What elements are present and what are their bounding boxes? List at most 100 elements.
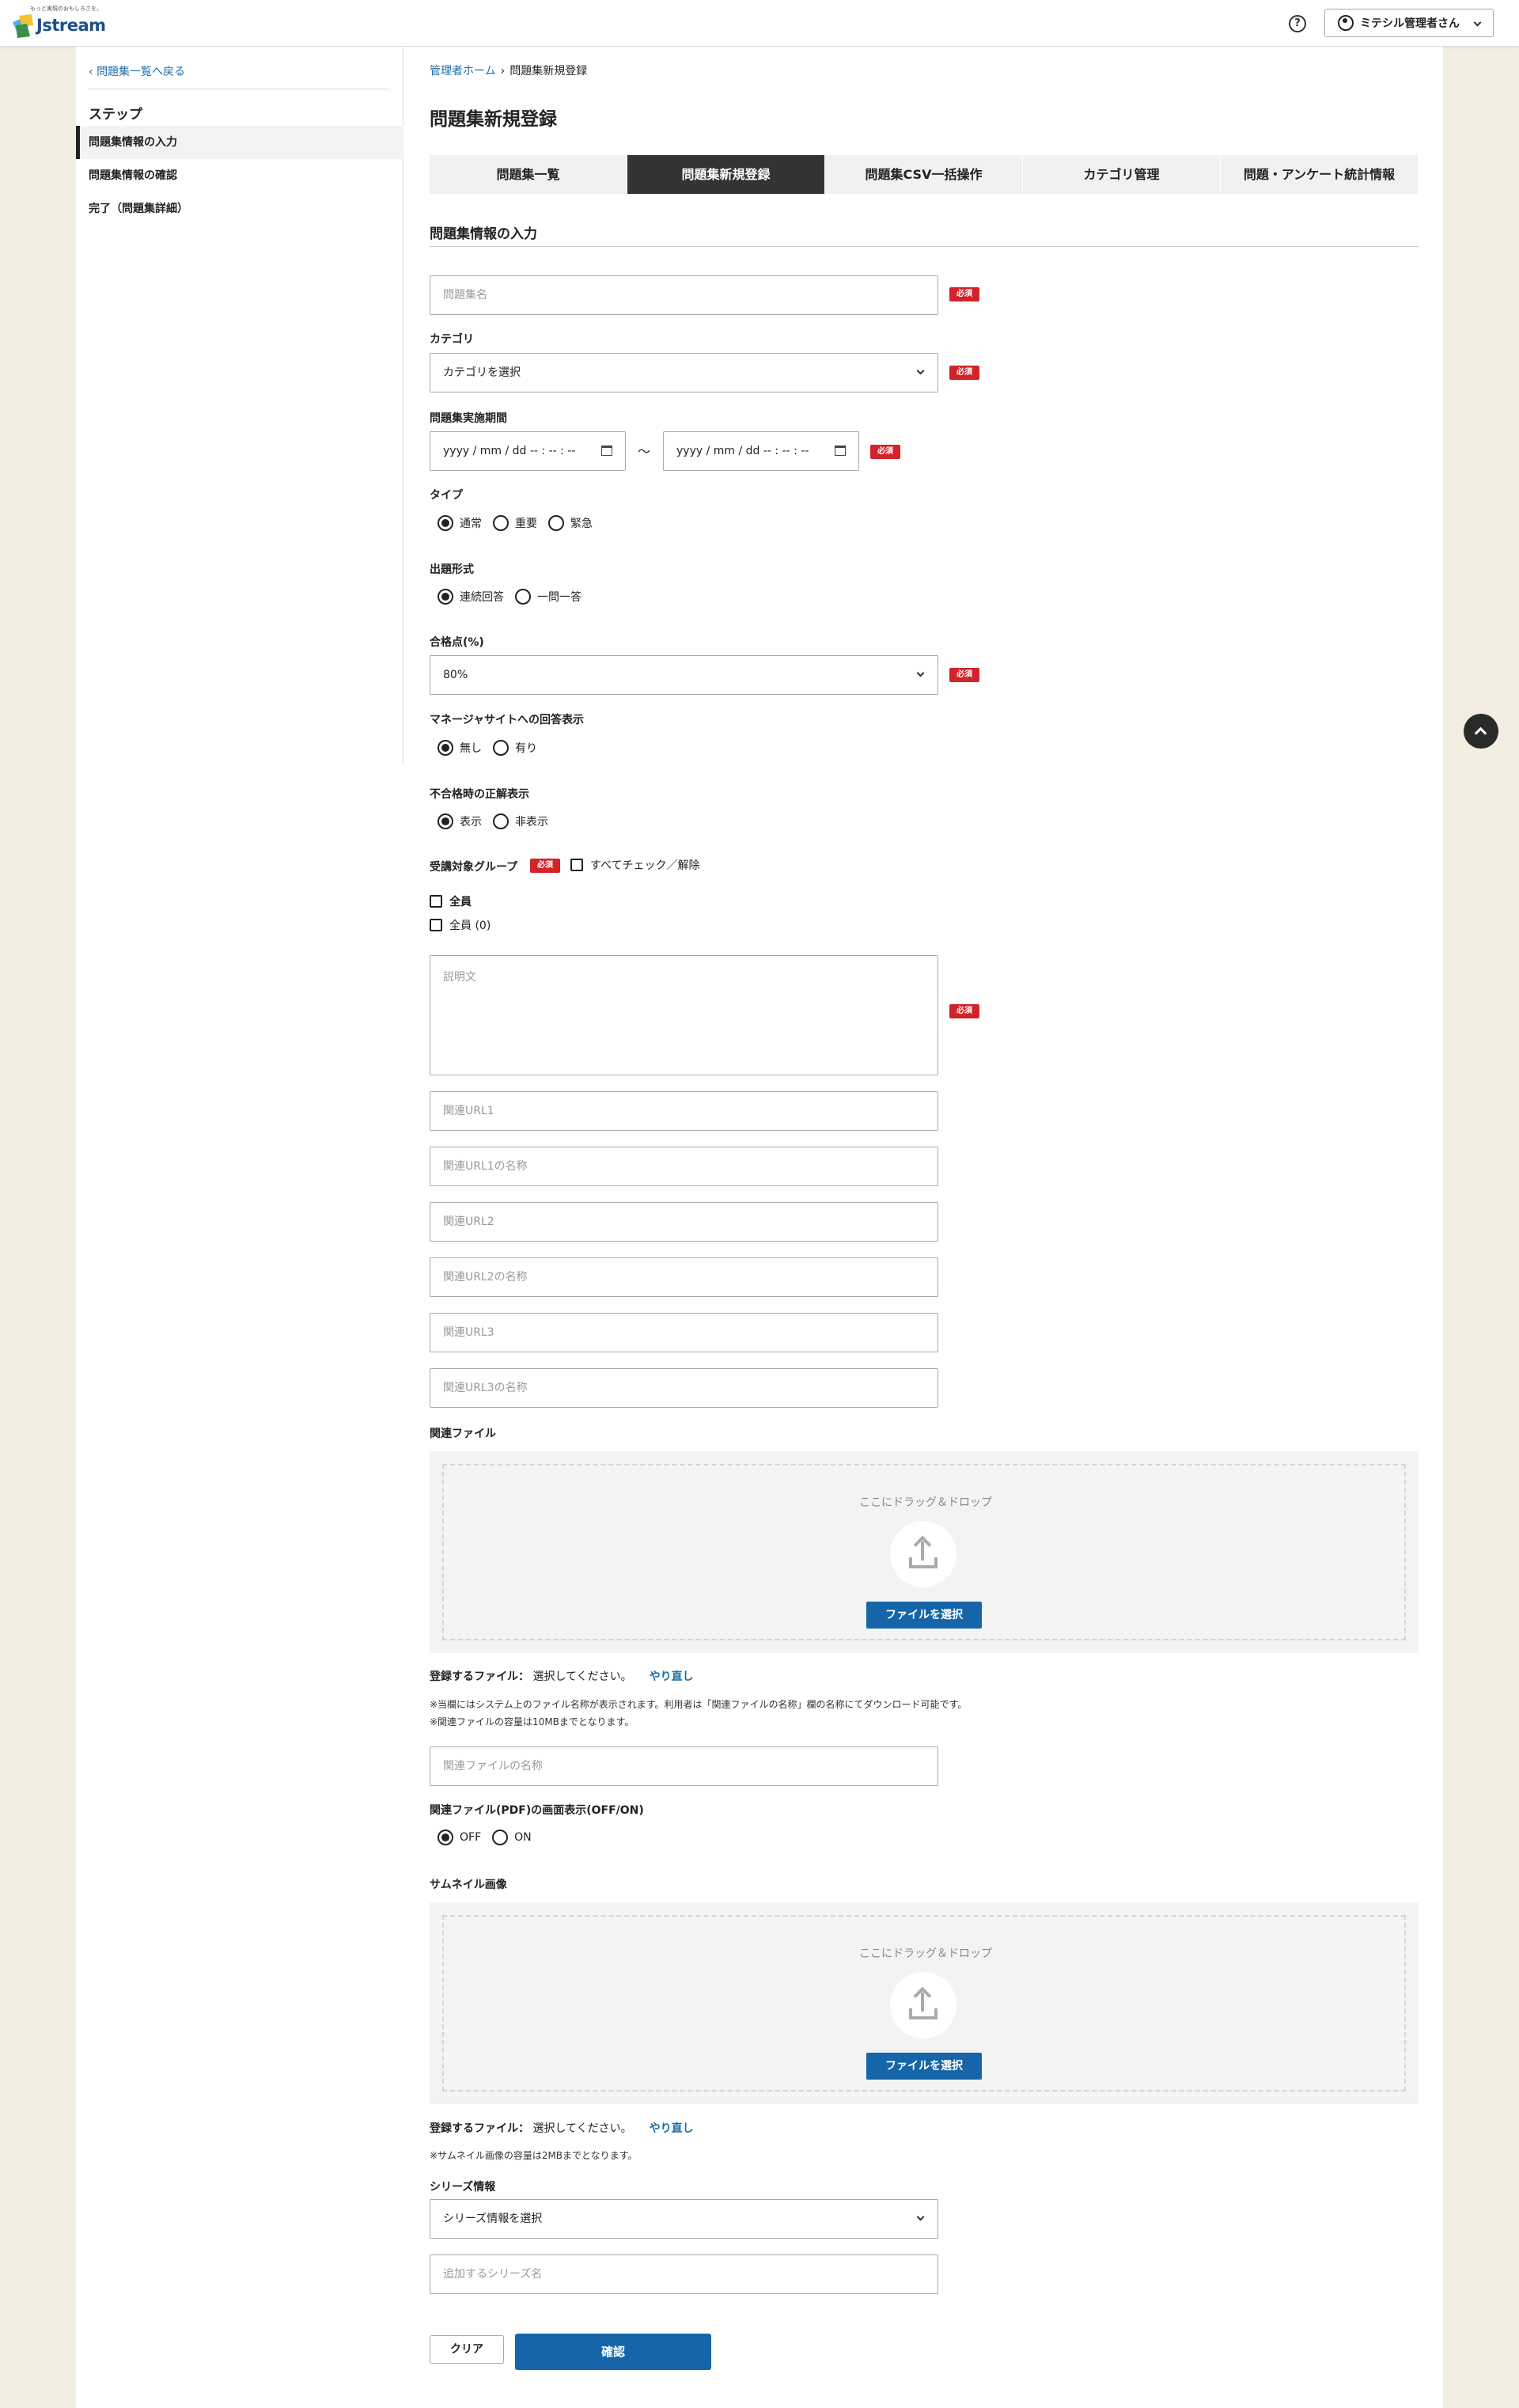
help-icon[interactable]: ? [1289, 15, 1306, 32]
redo-link[interactable]: やり直し [650, 2122, 694, 2135]
type-radio-important[interactable]: 重要 [493, 515, 537, 531]
clear-button[interactable]: クリア [430, 2335, 504, 2364]
format-label: 出題形式 [430, 563, 474, 576]
fail-radio-show[interactable]: 表示 [438, 813, 482, 829]
chevron-down-icon [1473, 18, 1482, 27]
back-to-list-link[interactable]: ‹ 問題集一覧へ戻る [89, 63, 185, 79]
tab-new[interactable]: 問題集新規登録 [627, 155, 825, 194]
fail-radio-hide[interactable]: 非表示 [493, 813, 548, 829]
step-complete: 完了（問題集詳細） [89, 203, 188, 215]
radio-selected-icon [438, 515, 453, 531]
tab-csv[interactable]: 問題集CSV一括操作 [825, 155, 1023, 194]
tab-bar: 問題集一覧 問題集新規登録 問題集CSV一括操作 カテゴリ管理 問題・アンケート… [430, 155, 1419, 194]
required-badge: 必須 [949, 287, 979, 301]
manager-radio-yes[interactable]: 有り [493, 740, 537, 756]
group-name: 全員 (0) [449, 920, 491, 932]
series-add-input[interactable]: 追加するシリーズ名 [430, 2254, 938, 2294]
radio-icon [493, 813, 509, 829]
name-input[interactable]: 問題集名 [430, 275, 938, 315]
breadcrumb-home-link[interactable]: 管理者ホーム [430, 65, 496, 78]
pdf-radio-off[interactable]: OFF [438, 1830, 481, 1845]
file-name-input[interactable]: 関連ファイルの名称 [430, 1746, 938, 1786]
registered-file-line: 登録するファイル： 選択してください。 やり直し [430, 1668, 694, 1684]
category-select[interactable]: カテゴリを選択 [430, 353, 938, 392]
category-label: カテゴリ [430, 333, 474, 346]
registered-file-label: 登録するファイル： [430, 2122, 529, 2135]
file-name-placeholder: 関連ファイルの名称 [443, 1760, 543, 1773]
radio-selected-icon [438, 589, 453, 605]
type-radio-urgent[interactable]: 緊急 [548, 515, 593, 531]
section-divider [430, 246, 1419, 247]
radio-selected-icon [438, 740, 453, 756]
chevron-down-icon [916, 669, 925, 677]
thumbnail-dropzone[interactable]: ここにドラッグ＆ドロップ ファイルを選択 [430, 1902, 1419, 2104]
section-title: 問題集情報の入力 [430, 226, 537, 242]
file-note: ※当欄にはシステム上のファイル名称が表示されます。利用者は「関連ファイルの名称」… [430, 1699, 968, 1710]
group-name: 全員 [449, 896, 472, 908]
checkbox-icon [570, 859, 583, 871]
url-placeholder: 関連URL1 [443, 1105, 494, 1117]
dropzone-text: ここにドラッグ＆ドロップ [859, 1496, 992, 1509]
radio-label: 通常 [460, 518, 482, 530]
manager-radio-none[interactable]: 無し [438, 740, 482, 756]
url2-name-input[interactable]: 関連URL2の名称 [430, 1257, 938, 1297]
user-name: ミテシル管理者さん [1360, 17, 1460, 30]
group-checkbox-all-count[interactable]: 全員 (0) [430, 917, 491, 933]
step-confirm: 問題集情報の確認 [89, 169, 177, 182]
url1-input[interactable]: 関連URL1 [430, 1091, 938, 1131]
checkbox-icon [430, 895, 442, 908]
radio-selected-icon [438, 813, 453, 829]
radio-label: 一問一答 [537, 591, 581, 604]
url2-input[interactable]: 関連URL2 [430, 1202, 938, 1242]
chevron-up-icon [1474, 726, 1487, 740]
series-label: シリーズ情報 [430, 2181, 496, 2194]
pdf-radio-on[interactable]: ON [492, 1830, 532, 1845]
url-placeholder: 関連URL1の名称 [443, 1160, 528, 1173]
group-checkbox-all[interactable]: 全員 [430, 893, 472, 909]
page-container: ‹ 問題集一覧へ戻る ステップ 問題集情報の入力 問題集情報の確認 完了（問題集… [76, 47, 1443, 2408]
select-file-button[interactable]: ファイルを選択 [866, 1602, 982, 1629]
user-menu-button[interactable]: ミテシル管理者さん [1324, 9, 1494, 37]
chevron-down-icon [916, 366, 925, 375]
breadcrumb: 管理者ホーム › 問題集新規登録 [430, 63, 587, 78]
tab-category[interactable]: カテゴリ管理 [1023, 155, 1221, 194]
confirm-button[interactable]: 確認 [515, 2334, 711, 2370]
registered-file-value: 選択してください。 [532, 2122, 632, 2135]
format-radio-continuous[interactable]: 連続回答 [438, 589, 504, 605]
series-select[interactable]: シリーズ情報を選択 [430, 2199, 938, 2239]
name-placeholder: 問題集名 [443, 289, 487, 301]
breadcrumb-current: 問題集新規登録 [509, 65, 588, 78]
manager-display-label: マネージャサイトへの回答表示 [430, 714, 585, 726]
select-thumbnail-button[interactable]: ファイルを選択 [866, 2053, 982, 2080]
url-placeholder: 関連URL3の名称 [443, 1382, 528, 1394]
format-radio-single[interactable]: 一問一答 [515, 589, 581, 605]
redo-link[interactable]: やり直し [650, 1670, 694, 1683]
url-placeholder: 関連URL3 [443, 1326, 494, 1339]
pass-select[interactable]: 80% [430, 655, 938, 695]
description-textarea[interactable]: 説明文 [430, 955, 938, 1075]
required-badge: 必須 [949, 1004, 979, 1018]
type-label: タイプ [430, 489, 463, 502]
radio-selected-icon [438, 1830, 453, 1845]
check-all-checkbox[interactable]: すべてチェック／解除 [570, 857, 699, 873]
tab-stats[interactable]: 問題・アンケート統計情報 [1221, 155, 1419, 194]
end-date-value: yyyy / mm / dd -- : -- : -- [676, 445, 809, 457]
file-label: 関連ファイル [430, 1428, 496, 1440]
start-date-input[interactable]: yyyy / mm / dd -- : -- : -- [430, 431, 626, 471]
file-dropzone[interactable]: ここにドラッグ＆ドロップ ファイルを選択 [430, 1451, 1419, 1653]
end-date-input[interactable]: yyyy / mm / dd -- : -- : -- [663, 431, 859, 471]
jstream-logo[interactable]: もっと実現のおもしろさを。 Jstream [11, 5, 106, 40]
calendar-icon [835, 446, 846, 456]
period-separator: ～ [638, 444, 651, 459]
top-bar: もっと実現のおもしろさを。 Jstream ? ミテシル管理者さん [0, 0, 1519, 47]
url1-name-input[interactable]: 関連URL1の名称 [430, 1147, 938, 1186]
url3-input[interactable]: 関連URL3 [430, 1313, 938, 1352]
upload-icon [890, 1521, 956, 1587]
radio-icon [548, 515, 564, 531]
tab-list[interactable]: 問題集一覧 [430, 155, 627, 194]
url3-name-input[interactable]: 関連URL3の名称 [430, 1368, 938, 1408]
series-add-placeholder: 追加するシリーズ名 [443, 2268, 543, 2281]
type-radio-group: 通常 重要 緊急 [438, 515, 604, 531]
scroll-to-top-button[interactable] [1464, 714, 1498, 749]
type-radio-normal[interactable]: 通常 [438, 515, 482, 531]
